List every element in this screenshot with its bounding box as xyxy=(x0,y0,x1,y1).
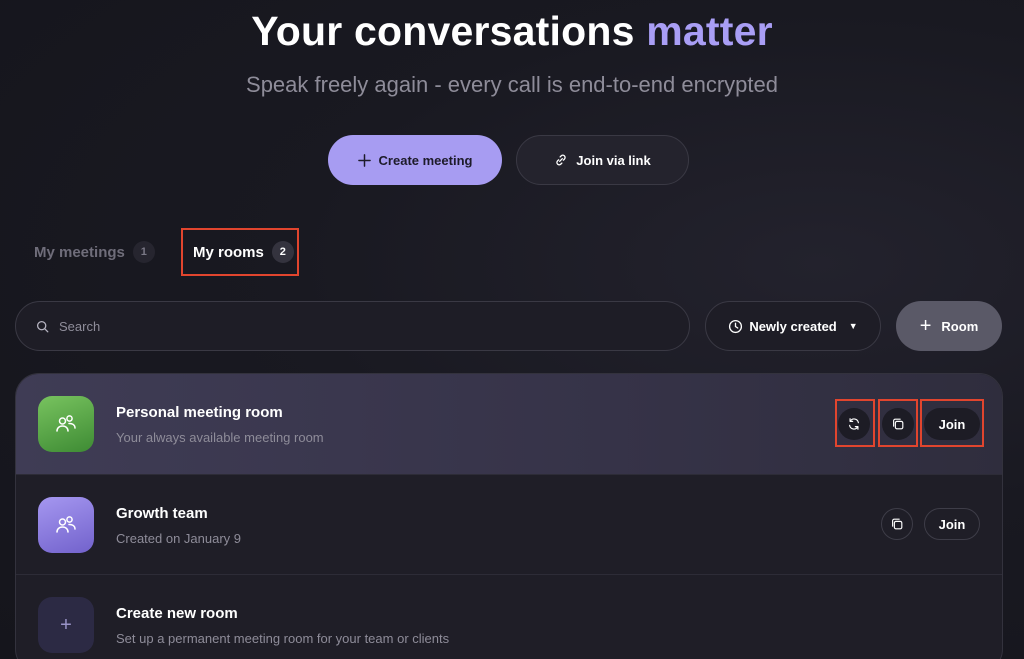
sort-dropdown[interactable]: Newly created ▼ xyxy=(705,301,881,351)
room-description: Your always available meeting room xyxy=(116,430,324,445)
people-icon xyxy=(56,415,76,432)
tab-my-meetings[interactable]: My meetings 1 xyxy=(34,228,155,276)
join-button[interactable]: Join xyxy=(924,508,980,540)
hero-title: Your conversations matter xyxy=(0,8,1024,55)
tab-my-meetings-count: 1 xyxy=(132,241,155,263)
search-input[interactable] xyxy=(57,317,661,335)
room-row-personal[interactable]: Personal meeting room Your always availa… xyxy=(16,374,1002,474)
create-meeting-label: Create meeting xyxy=(378,152,473,168)
create-room-description: Set up a permanent meeting room for your… xyxy=(116,631,450,646)
join-via-link-button[interactable]: Join via link xyxy=(516,135,689,185)
copy-link-button[interactable] xyxy=(882,408,914,440)
sort-label: Newly created xyxy=(749,318,837,334)
room-title: Personal meeting room xyxy=(116,404,283,421)
tab-my-meetings-label: My meetings xyxy=(34,243,125,261)
plus-icon: + xyxy=(919,315,932,337)
join-button[interactable]: Join xyxy=(924,408,980,440)
hero-title-accent: matter xyxy=(646,8,773,54)
link-icon xyxy=(556,154,566,166)
regenerate-link-button[interactable] xyxy=(838,408,870,440)
add-room-button[interactable]: + Room xyxy=(896,301,1002,351)
tab-my-rooms-label: My rooms xyxy=(193,243,264,261)
room-list: Personal meeting room Your always availa… xyxy=(15,373,1003,659)
copy-icon xyxy=(893,418,904,430)
tabs: My meetings 1 My rooms 2 xyxy=(0,228,1024,276)
create-room-title: Create new room xyxy=(116,605,238,622)
search-box[interactable] xyxy=(15,301,690,351)
search-icon xyxy=(36,320,49,332)
create-new-room-row[interactable]: + Create new room Set up a permanent mee… xyxy=(16,574,1002,659)
join-via-link-label: Join via link xyxy=(576,152,651,168)
create-meeting-button[interactable]: Create meeting xyxy=(328,135,502,185)
page: Your conversations matter Speak freely a… xyxy=(0,0,1024,659)
copy-link-button[interactable] xyxy=(881,508,913,540)
tab-my-rooms[interactable]: My rooms 2 xyxy=(181,228,299,276)
caret-down-icon: ▼ xyxy=(848,321,858,331)
add-room-label: Room xyxy=(941,318,979,334)
room-description: Created on January 9 xyxy=(116,531,242,546)
refresh-icon xyxy=(849,418,859,430)
plus-icon xyxy=(357,153,371,167)
room-row-growth-team[interactable]: Growth team Created on January 9 Join xyxy=(16,474,1002,574)
room-title: Growth team xyxy=(116,505,208,522)
room-avatar xyxy=(38,497,94,553)
room-avatar xyxy=(38,396,94,452)
clock-icon xyxy=(729,319,743,333)
hero-title-main: Your conversations xyxy=(251,8,635,54)
plus-icon: + xyxy=(38,597,94,653)
people-icon xyxy=(56,516,76,533)
tab-my-rooms-count: 2 xyxy=(271,241,294,263)
hero-subtitle: Speak freely again - every call is end-t… xyxy=(246,72,778,97)
copy-icon xyxy=(892,518,903,530)
